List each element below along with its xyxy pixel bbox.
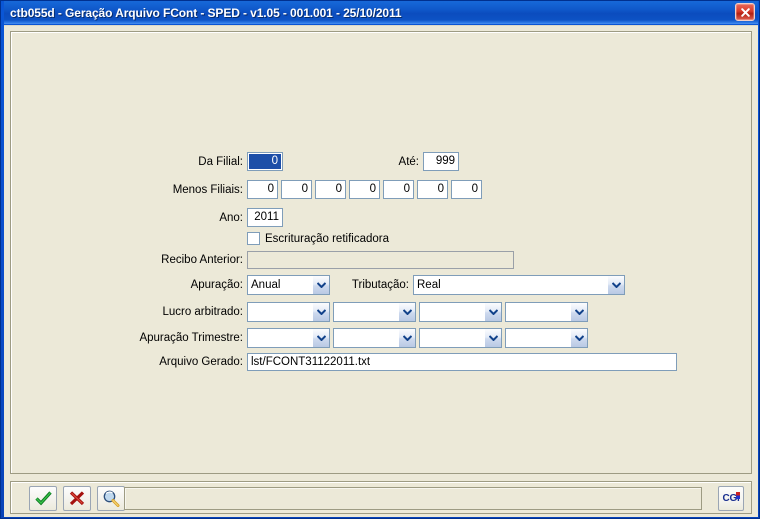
menos-filiais-label: Menos Filiais: <box>172 183 243 196</box>
chevron-down-icon[interactable] <box>398 329 415 347</box>
checkmark-icon <box>34 491 52 506</box>
row-arquivo-gerado: Arquivo Gerado: lst/FCONT31122011.txt <box>11 353 711 371</box>
status-bar <box>124 487 702 510</box>
apuracao-label: Apuração: <box>190 279 243 291</box>
chevron-down-icon[interactable] <box>312 329 329 347</box>
row-apuracao: Apuração: Anual Tributação: Real <box>11 275 631 295</box>
da-filial-label: Da Filial: <box>198 155 243 168</box>
flag-icon <box>736 492 741 499</box>
application-window: ctb055d - Geração Arquivo FCont - SPED -… <box>0 0 760 519</box>
lucro-arbitrado-select-4[interactable] <box>505 302 588 322</box>
ano-label: Ano: <box>219 211 243 224</box>
magnifier-icon <box>102 490 120 507</box>
menos-filiais-input-4[interactable]: 0 <box>349 180 380 199</box>
row-da-filial: Da Filial: 0 Até: 999 <box>11 152 511 171</box>
chevron-down-icon[interactable] <box>398 303 415 321</box>
apuracao-trimestre-select-2[interactable] <box>333 328 416 348</box>
lucro-arbitrado-select-1[interactable] <box>247 302 330 322</box>
row-menos-filiais: Menos Filiais: 0 0 0 0 0 0 0 <box>11 180 511 199</box>
cgi-logo[interactable]: CGi <box>718 486 744 511</box>
bottom-toolbar: CGi <box>10 481 752 514</box>
confirm-button[interactable] <box>29 486 57 511</box>
recibo-anterior-input[interactable] <box>247 251 514 269</box>
apuracao-trimestre-label: Apuração Trimestre: <box>139 332 243 344</box>
search-button[interactable] <box>97 486 125 511</box>
row-recibo-anterior: Recibo Anterior: <box>11 251 611 269</box>
menos-filiais-input-7[interactable]: 0 <box>451 180 482 199</box>
cancel-button[interactable] <box>63 486 91 511</box>
apuracao-trimestre-select-3[interactable] <box>419 328 502 348</box>
tributacao-label: Tributação: <box>351 279 409 291</box>
lucro-arbitrado-select-3[interactable] <box>419 302 502 322</box>
chevron-down-icon[interactable] <box>607 276 624 294</box>
cgi-logo-text: CGi <box>722 492 741 504</box>
cross-icon <box>69 491 85 506</box>
chevron-down-icon[interactable] <box>312 303 329 321</box>
form-panel: Da Filial: 0 Até: 999 Menos Filiais: 0 0… <box>10 31 752 474</box>
menos-filiais-input-2[interactable]: 0 <box>281 180 312 199</box>
ate-input[interactable]: 999 <box>423 152 459 171</box>
row-apuracao-trimestre: Apuração Trimestre: <box>11 328 631 348</box>
apuracao-value: Anual <box>251 279 281 291</box>
da-filial-value: 0 <box>249 154 281 169</box>
menos-filiais-input-5[interactable]: 0 <box>383 180 414 199</box>
lucro-arbitrado-label: Lucro arbitrado: <box>162 306 243 318</box>
tributacao-value: Real <box>417 279 441 291</box>
ate-label: Até: <box>398 155 419 168</box>
close-icon[interactable] <box>735 3 755 21</box>
chevron-down-icon[interactable] <box>312 276 329 294</box>
menos-filiais-input-1[interactable]: 0 <box>247 180 278 199</box>
chevron-down-icon[interactable] <box>570 303 587 321</box>
arquivo-gerado-input[interactable]: lst/FCONT31122011.txt <box>247 353 677 371</box>
title-bar[interactable]: ctb055d - Geração Arquivo FCont - SPED -… <box>4 1 758 24</box>
window-title: ctb055d - Geração Arquivo FCont - SPED -… <box>10 5 402 20</box>
tributacao-select[interactable]: Real <box>413 275 625 295</box>
apuracao-trimestre-select-1[interactable] <box>247 328 330 348</box>
menos-filiais-input-3[interactable]: 0 <box>315 180 346 199</box>
row-escrituracao: Escrituração retificadora <box>11 232 411 245</box>
da-filial-input[interactable]: 0 <box>247 152 283 171</box>
chevron-down-icon[interactable] <box>484 303 501 321</box>
ano-input[interactable]: 2011 <box>247 208 283 227</box>
escrituracao-checkbox[interactable] <box>247 232 260 245</box>
chevron-down-icon[interactable] <box>570 329 587 347</box>
row-ano: Ano: 2011 <box>11 208 411 227</box>
arquivo-gerado-label: Arquivo Gerado: <box>159 356 243 368</box>
recibo-anterior-label: Recibo Anterior: <box>161 254 243 266</box>
lucro-arbitrado-select-2[interactable] <box>333 302 416 322</box>
client-area: Da Filial: 0 Até: 999 Menos Filiais: 0 0… <box>4 25 758 517</box>
row-lucro-arbitrado: Lucro arbitrado: <box>11 302 631 322</box>
escrituracao-label: Escrituração retificadora <box>265 232 389 245</box>
apuracao-select[interactable]: Anual <box>247 275 330 295</box>
menos-filiais-input-6[interactable]: 0 <box>417 180 448 199</box>
apuracao-trimestre-select-4[interactable] <box>505 328 588 348</box>
chevron-down-icon[interactable] <box>484 329 501 347</box>
